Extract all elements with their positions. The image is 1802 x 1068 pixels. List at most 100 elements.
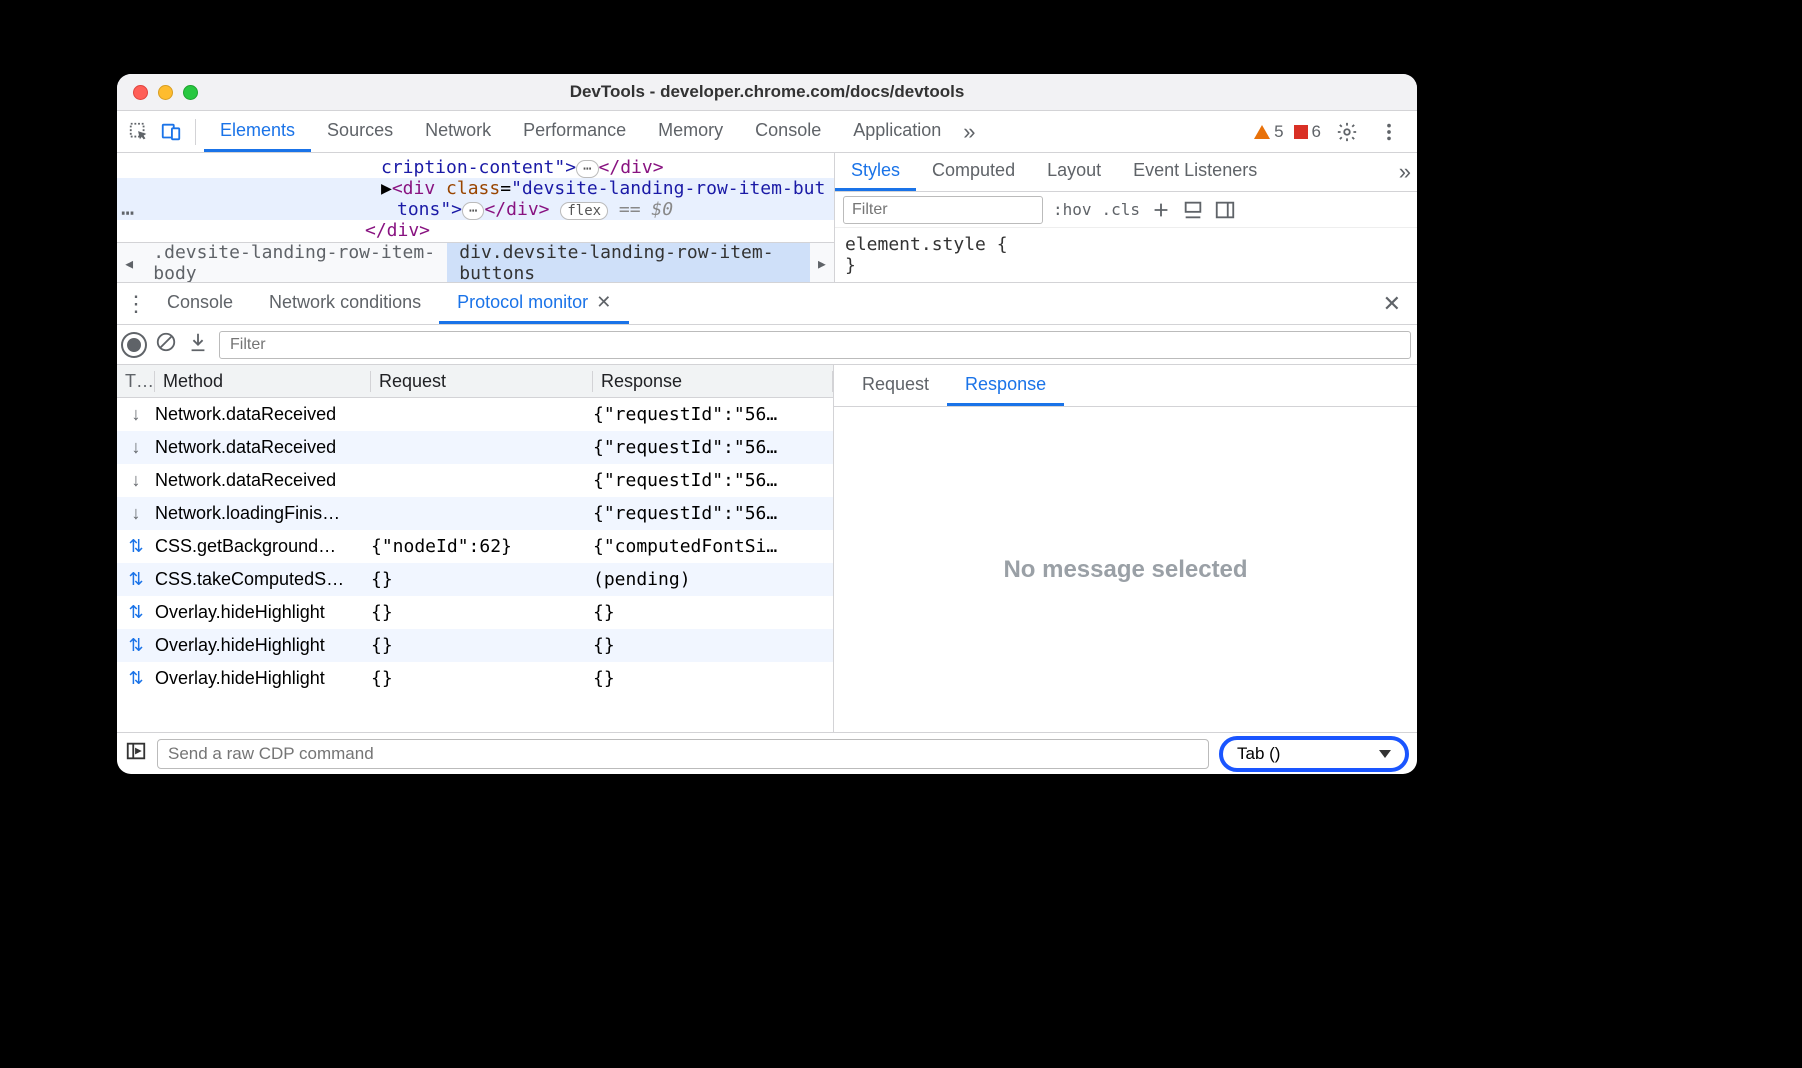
cell-method: CSS.getBackground… [155, 536, 371, 557]
more-tabs-icon[interactable]: » [957, 119, 981, 145]
pm-table: T… Method Request Response ↓Network.data… [117, 365, 833, 732]
record-icon[interactable] [123, 334, 145, 356]
drawer-menu-icon[interactable]: ⋮ [123, 291, 149, 317]
tab-styles[interactable]: Styles [835, 153, 916, 191]
zoom-window-button[interactable] [183, 85, 198, 100]
minimize-window-button[interactable] [158, 85, 173, 100]
arrow-updown-icon: ⇅ [117, 668, 155, 689]
breadcrumb-item[interactable]: .devsite-landing-row-item-body [141, 243, 447, 282]
breadcrumb-item-selected[interactable]: div.devsite-landing-row-item-buttons [447, 243, 809, 282]
table-row[interactable]: ⇅Overlay.hideHighlight{}{} [117, 596, 833, 629]
chevron-down-icon [1379, 750, 1391, 758]
breadcrumb-right-icon[interactable]: ▸ [810, 251, 834, 275]
drawer-tab-label: Protocol monitor [457, 292, 588, 313]
col-response[interactable]: Response [593, 371, 833, 392]
hov-toggle[interactable]: :hov [1053, 200, 1092, 219]
pm-table-pane: T… Method Request Response ↓Network.data… [117, 365, 834, 732]
cell-response: {} [593, 602, 833, 623]
kebab-menu-icon[interactable] [1373, 116, 1405, 148]
styles-pane: Styles Computed Layout Event Listeners »… [834, 153, 1417, 282]
error-icon [1294, 125, 1308, 139]
close-window-button[interactable] [133, 85, 148, 100]
close-drawer-icon[interactable]: ✕ [1373, 291, 1411, 317]
styles-filter-input[interactable] [843, 196, 1043, 224]
cell-method: Overlay.hideHighlight [155, 668, 371, 689]
cell-method: Network.dataReceived [155, 437, 371, 458]
cdp-command-input[interactable] [157, 739, 1209, 769]
cell-method: Overlay.hideHighlight [155, 635, 371, 656]
computed-sidebar-icon[interactable] [1214, 199, 1236, 221]
clear-icon[interactable] [155, 331, 177, 358]
arrow-updown-icon: ⇅ [117, 635, 155, 656]
new-style-rule-icon[interactable] [1150, 199, 1172, 221]
table-row[interactable]: ↓Network.dataReceived {"requestId":"56… [117, 398, 833, 431]
dom-selected-line[interactable]: ▶<div class="devsite-landing-row-item-bu… [117, 178, 834, 199]
tab-sources[interactable]: Sources [311, 111, 409, 152]
cell-response: {"requestId":"56… [593, 503, 833, 524]
tab-console[interactable]: Console [739, 111, 837, 152]
devtools-window: DevTools - developer.chrome.com/docs/dev… [117, 74, 1417, 774]
more-ancestors-icon[interactable]: ⋯ [121, 201, 136, 226]
tab-layout[interactable]: Layout [1031, 153, 1117, 191]
detail-tab-request[interactable]: Request [844, 365, 947, 406]
tab-elements[interactable]: Elements [204, 111, 311, 152]
arrow-down-icon: ↓ [117, 404, 155, 425]
more-style-tabs-icon[interactable]: » [1393, 159, 1417, 185]
warning-icon [1254, 125, 1270, 139]
toggle-sidebar-icon[interactable] [125, 740, 147, 767]
device-toolbar-icon[interactable] [155, 116, 187, 148]
tab-network[interactable]: Network [409, 111, 507, 152]
breadcrumb-left-icon[interactable]: ◂ [117, 251, 141, 275]
col-method[interactable]: Method [155, 371, 371, 392]
pm-filter-input[interactable] [219, 331, 1411, 359]
tab-memory[interactable]: Memory [642, 111, 739, 152]
dom-line: cription-content">⋯</div> [381, 157, 834, 178]
arrow-down-icon: ↓ [117, 437, 155, 458]
dom-tree[interactable]: ⋯ cription-content">⋯</div> ▶<div class=… [117, 153, 834, 282]
drawer-tab-network-conditions[interactable]: Network conditions [251, 283, 439, 324]
save-icon[interactable] [187, 331, 209, 358]
tab-event-listeners[interactable]: Event Listeners [1117, 153, 1273, 191]
col-request[interactable]: Request [371, 371, 593, 392]
pm-toolbar [117, 325, 1417, 365]
pm-body: T… Method Request Response ↓Network.data… [117, 365, 1417, 732]
warnings-badge[interactable]: 5 [1254, 122, 1283, 142]
drawer-tab-protocol-monitor[interactable]: Protocol monitor ✕ [439, 283, 629, 324]
table-row[interactable]: ⇅CSS.getBackground…{"nodeId":62}{"comput… [117, 530, 833, 563]
table-row[interactable]: ⇅Overlay.hideHighlight{}{} [117, 662, 833, 695]
cell-request: {} [371, 569, 593, 590]
cell-request: {} [371, 602, 593, 623]
arrow-updown-icon: ⇅ [117, 602, 155, 623]
table-row[interactable]: ↓Network.dataReceived{"requestId":"56… [117, 431, 833, 464]
detail-tab-response[interactable]: Response [947, 365, 1064, 406]
style-rule[interactable]: element.style { } [835, 228, 1417, 282]
table-row[interactable]: ⇅CSS.takeComputedS…{}(pending) [117, 563, 833, 596]
styles-toolbar: :hov .cls [835, 192, 1417, 228]
errors-badge[interactable]: 6 [1294, 122, 1321, 142]
cell-method: CSS.takeComputedS… [155, 569, 371, 590]
style-rule-close: } [845, 255, 1407, 276]
gear-icon[interactable] [1331, 116, 1363, 148]
target-selector[interactable]: Tab () [1219, 736, 1409, 772]
inspect-element-icon[interactable] [123, 116, 155, 148]
main-toolbar: Elements Sources Network Performance Mem… [117, 111, 1417, 153]
cls-toggle[interactable]: .cls [1102, 200, 1141, 219]
tab-performance[interactable]: Performance [507, 111, 642, 152]
table-row[interactable]: ↓Network.dataReceived{"requestId":"56… [117, 464, 833, 497]
drawer-tab-console[interactable]: Console [149, 283, 251, 324]
flex-badge[interactable]: flex [560, 202, 608, 220]
tab-computed[interactable]: Computed [916, 153, 1031, 191]
table-row[interactable]: ↓Network.loadingFinis…{"requestId":"56… [117, 497, 833, 530]
pm-empty-message: No message selected [834, 407, 1417, 732]
cell-method: Network.dataReceived [155, 404, 371, 425]
table-row[interactable]: ⇅Overlay.hideHighlight{}{} [117, 629, 833, 662]
arrow-down-icon: ↓ [117, 503, 155, 524]
close-tab-icon[interactable]: ✕ [596, 292, 611, 313]
cell-response: {"requestId":"56… [593, 470, 833, 491]
traffic-lights [133, 85, 198, 100]
cell-response: {"requestId":"56… [593, 404, 833, 425]
tab-application[interactable]: Application [837, 111, 957, 152]
flexbox-editor-icon[interactable] [1182, 199, 1204, 221]
col-time[interactable]: T… [117, 371, 155, 392]
drawer-tabs: ⋮ Console Network conditions Protocol mo… [117, 283, 1417, 325]
